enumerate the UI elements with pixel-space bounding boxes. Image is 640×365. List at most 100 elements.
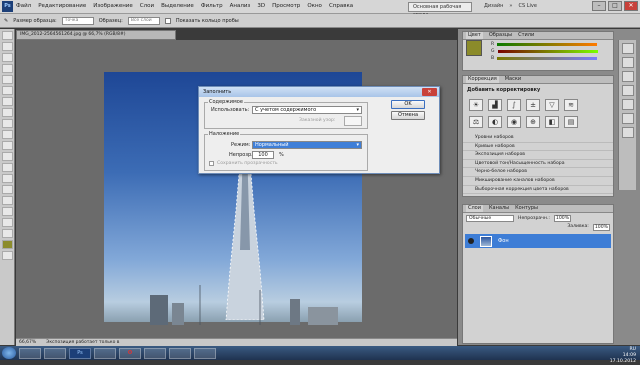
list-item[interactable]: Цветовой тон/Насыщенность набора bbox=[463, 160, 613, 169]
taskbar-media-button[interactable] bbox=[44, 347, 66, 359]
gradient-icon[interactable] bbox=[1, 152, 13, 161]
windows-start-icon[interactable] bbox=[2, 347, 16, 359]
menu-select[interactable]: Выделение bbox=[161, 3, 194, 9]
mode-select[interactable]: Нормальный ▾ bbox=[252, 141, 362, 149]
tab-paths[interactable]: Контуры bbox=[515, 205, 538, 212]
info-panel-icon[interactable] bbox=[621, 85, 634, 96]
actions-panel-icon[interactable] bbox=[621, 57, 634, 68]
taskbar-app-button[interactable] bbox=[94, 347, 116, 359]
tab-styles[interactable]: Стили bbox=[518, 32, 534, 39]
color-balance-icon[interactable]: ⚖ bbox=[469, 116, 483, 128]
blend-mode-select[interactable]: Обычные bbox=[466, 215, 514, 222]
shape-icon[interactable] bbox=[1, 207, 13, 216]
zoom-level[interactable]: 66,67% bbox=[19, 339, 36, 346]
curves-icon[interactable]: ∫ bbox=[507, 99, 521, 111]
photo-filter-icon[interactable]: ◉ bbox=[507, 116, 521, 128]
brush-panel-icon[interactable] bbox=[621, 127, 634, 138]
maximize-button[interactable]: □ bbox=[608, 1, 622, 11]
taskbar-app-button[interactable] bbox=[169, 347, 191, 359]
menu-view[interactable]: Просмотр bbox=[272, 3, 300, 9]
workspace-more[interactable]: » bbox=[509, 3, 512, 9]
menu-image[interactable]: Изображение bbox=[93, 3, 133, 9]
green-slider[interactable] bbox=[497, 50, 598, 53]
list-item[interactable]: Уровни наборов bbox=[463, 134, 613, 143]
hand-icon[interactable] bbox=[1, 218, 13, 227]
tab-masks[interactable]: Маски bbox=[505, 76, 521, 83]
eraser-icon[interactable] bbox=[1, 141, 13, 150]
eye-icon[interactable] bbox=[468, 238, 474, 244]
invert-icon[interactable]: ◧ bbox=[545, 116, 559, 128]
channel-mixer-icon[interactable]: ⊕ bbox=[526, 116, 540, 128]
paragraph-panel-icon[interactable] bbox=[621, 113, 634, 124]
eyedropper-tool-icon[interactable] bbox=[1, 86, 13, 95]
menu-help[interactable]: Справка bbox=[329, 3, 353, 9]
dialog-close-button[interactable]: ✕ bbox=[422, 88, 437, 96]
preserve-transparency-checkbox[interactable] bbox=[209, 161, 214, 166]
workspace-switcher[interactable]: Основная рабочая среда bbox=[408, 2, 472, 18]
layer-name[interactable]: Фон bbox=[498, 238, 509, 244]
menu-filter[interactable]: Фильтр bbox=[201, 3, 223, 9]
cs-live-button[interactable]: CS Live bbox=[518, 3, 536, 9]
menu-file[interactable]: Файл bbox=[16, 3, 31, 9]
marquee-icon[interactable] bbox=[1, 42, 13, 51]
taskbar-app-button[interactable] bbox=[144, 347, 166, 359]
black-white-icon[interactable]: ◐ bbox=[488, 116, 502, 128]
list-item[interactable]: Микширование каналов наборов bbox=[463, 177, 613, 186]
sample-ring-checkbox[interactable] bbox=[164, 17, 171, 24]
healing-brush-icon[interactable] bbox=[1, 97, 13, 106]
close-window-button[interactable]: ✕ bbox=[624, 1, 638, 11]
crop-icon[interactable] bbox=[1, 75, 13, 84]
background-color-swatch[interactable] bbox=[1, 251, 13, 260]
tab-swatches[interactable]: Образцы bbox=[489, 32, 512, 39]
menu-3d[interactable]: 3D bbox=[257, 3, 265, 9]
vibrance-icon[interactable]: ▽ bbox=[545, 99, 559, 111]
taskbar-photoshop-button[interactable]: Ps bbox=[69, 347, 91, 359]
tab-channels[interactable]: Каналы bbox=[489, 205, 509, 212]
tab-color[interactable]: Цвет bbox=[466, 32, 483, 39]
minimize-button[interactable]: – bbox=[592, 1, 606, 11]
list-item[interactable]: Черно-белое наборов bbox=[463, 168, 613, 177]
dodge-icon[interactable] bbox=[1, 163, 13, 172]
character-panel-icon[interactable] bbox=[621, 99, 634, 110]
clone-stamp-icon[interactable] bbox=[1, 119, 13, 128]
type-icon[interactable] bbox=[1, 185, 13, 194]
document-tab[interactable]: IMG_2012-2564561264.jpg @ 66,7% (RGB/8#) bbox=[16, 30, 176, 40]
navigator-panel-icon[interactable] bbox=[621, 71, 634, 82]
red-slider[interactable] bbox=[497, 43, 598, 46]
list-item[interactable]: Кривые наборов bbox=[463, 143, 613, 152]
ok-button[interactable]: OK bbox=[391, 100, 425, 109]
list-item[interactable]: Выборочная коррекция цвета наборов bbox=[463, 186, 613, 195]
sample-select[interactable]: Все слои bbox=[127, 16, 160, 25]
menu-window[interactable]: Окно bbox=[307, 3, 322, 9]
tab-adjustments[interactable]: Коррекция bbox=[466, 76, 499, 83]
language-indicator[interactable]: RU bbox=[629, 347, 636, 352]
history-brush-icon[interactable] bbox=[1, 130, 13, 139]
menu-layers[interactable]: Слои bbox=[140, 3, 154, 9]
taskbar-app-button[interactable] bbox=[194, 347, 216, 359]
posterize-icon[interactable]: ▤ bbox=[564, 116, 578, 128]
opacity-field[interactable]: 100% bbox=[553, 215, 572, 222]
move-icon[interactable] bbox=[1, 31, 13, 40]
history-panel-icon[interactable] bbox=[621, 43, 634, 54]
fill-field[interactable]: 100% bbox=[592, 224, 610, 231]
lasso-icon[interactable] bbox=[1, 53, 13, 62]
zoom-icon[interactable] bbox=[1, 229, 13, 238]
custom-pattern-picker[interactable] bbox=[344, 116, 362, 126]
list-item[interactable]: Экспозиция наборов bbox=[463, 151, 613, 160]
menu-analysis[interactable]: Анализ bbox=[230, 3, 251, 9]
brush-icon[interactable] bbox=[1, 108, 13, 117]
pen-icon[interactable] bbox=[1, 174, 13, 183]
blue-slider[interactable] bbox=[497, 57, 598, 60]
menu-edit[interactable]: Редактирование bbox=[38, 3, 86, 9]
path-select-icon[interactable] bbox=[1, 196, 13, 205]
brightness-icon[interactable]: ☀ bbox=[469, 99, 483, 111]
taskbar-opera-button[interactable]: O bbox=[119, 347, 141, 359]
taskbar-explorer-button[interactable] bbox=[19, 347, 41, 359]
quick-select-icon[interactable] bbox=[1, 64, 13, 73]
foreground-color-swatch[interactable] bbox=[1, 240, 13, 249]
tab-layers[interactable]: Слои bbox=[466, 205, 483, 212]
cancel-button[interactable]: Отмена bbox=[391, 111, 425, 120]
workspace-design[interactable]: Дизайн bbox=[484, 3, 503, 9]
exposure-icon[interactable]: ± bbox=[526, 99, 540, 111]
sample-size-select[interactable]: Точка bbox=[61, 16, 94, 25]
